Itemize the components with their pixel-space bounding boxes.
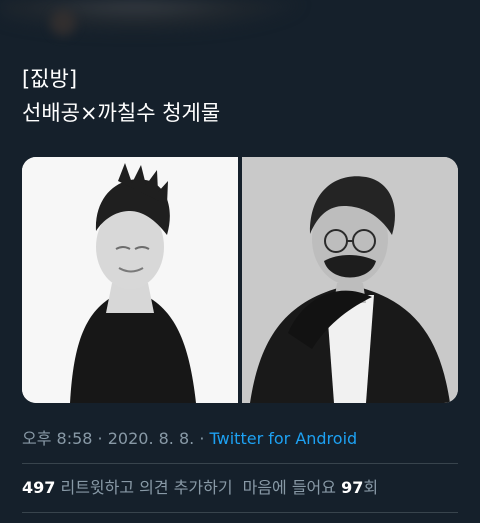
meta-separator-1: ·: [92, 429, 108, 448]
retweet-count[interactable]: 497: [22, 478, 55, 497]
blurred-avatar-dot: [50, 10, 76, 36]
right-photo[interactable]: [242, 157, 458, 403]
tweet-stats: 497 리트윗하고 의견 추가하기 마음에 들어요 97회: [22, 477, 378, 499]
tweet-meta: 오후 8:58 · 2020. 8. 8. · Twitter for Andr…: [22, 428, 357, 450]
like-count[interactable]: 97: [341, 478, 363, 497]
top-divider: [22, 463, 458, 464]
bottom-divider: [22, 512, 458, 513]
tweet-date: 2020. 8. 8.: [107, 429, 195, 448]
tweet-source-link[interactable]: Twitter for Android: [210, 429, 358, 448]
like-label[interactable]: 마음에 들어요: [243, 478, 342, 497]
tweet-media[interactable]: [22, 157, 458, 403]
tweet-text-line-1: [짒방]: [22, 67, 78, 91]
retweet-label[interactable]: 리트윗하고 의견 추가하기: [55, 478, 232, 497]
meta-separator-2: ·: [194, 429, 210, 448]
left-photo-image: [22, 157, 238, 403]
left-photo[interactable]: [22, 157, 238, 403]
tweet-text: [짒방] 선배공×까칠수 청게물: [22, 62, 220, 130]
like-suffix[interactable]: 회: [363, 478, 378, 497]
blurred-avatar-area: [0, 0, 300, 34]
tweet-time: 오후 8:58: [22, 429, 93, 448]
right-photo-image: [242, 157, 458, 403]
tweet-text-line-2: 선배공×까칠수 청게물: [22, 101, 221, 125]
